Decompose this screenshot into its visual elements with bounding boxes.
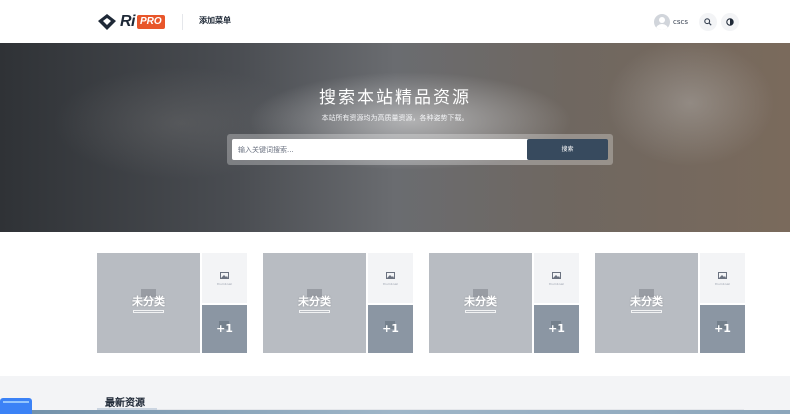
avatar — [654, 14, 670, 30]
more-count: +1 — [382, 322, 399, 335]
thumbnail-caption: thumbnail — [548, 282, 565, 286]
site-header: Ri PRO 添加菜单 cscs — [0, 0, 790, 43]
header-divider — [182, 14, 183, 30]
category-name: 未分类 — [630, 295, 663, 308]
image-icon — [386, 272, 395, 279]
category-name: 未分类 — [298, 295, 331, 308]
header-search-button[interactable] — [699, 13, 717, 31]
category-underline — [133, 310, 164, 313]
search-icon — [704, 18, 712, 26]
hero-banner: 搜索本站精品资源 本站所有资源均为高质量资源，各种姿势下载。 搜索 — [0, 43, 790, 232]
category-card[interactable]: 未分类 thumbnail +1 — [595, 253, 745, 353]
category-card[interactable]: 未分类 thumbnail +1 — [263, 253, 413, 353]
category-card[interactable]: 未分类 thumbnail +1 — [429, 253, 579, 353]
logo-badge: PRO — [137, 15, 165, 29]
latest-content-preview — [0, 410, 790, 414]
category-main-tile[interactable]: 未分类 — [595, 253, 698, 353]
category-more-tile[interactable]: +1 — [202, 305, 247, 353]
search-input[interactable] — [232, 139, 538, 160]
floating-widget[interactable] — [0, 398, 32, 414]
theme-toggle-button[interactable] — [721, 13, 739, 31]
category-name: 未分类 — [464, 295, 497, 308]
category-main-tile[interactable]: 未分类 — [429, 253, 532, 353]
theme-toggle-icon — [726, 18, 734, 26]
category-main-tile[interactable]: 未分类 — [263, 253, 366, 353]
username: cscs — [673, 18, 688, 26]
category-thumbnail[interactable]: thumbnail — [534, 253, 579, 303]
category-underline — [631, 310, 662, 313]
thumbnail-caption: thumbnail — [382, 282, 399, 286]
category-underline — [465, 310, 496, 313]
category-thumbnail[interactable]: thumbnail — [202, 253, 247, 303]
thumbnail-caption: thumbnail — [216, 282, 233, 286]
category-more-tile[interactable]: +1 — [700, 305, 745, 353]
more-count: +1 — [714, 322, 731, 335]
category-section: 未分类 thumbnail +1 未分类 thumbnail +1 未分类 th… — [0, 232, 790, 376]
category-more-tile[interactable]: +1 — [534, 305, 579, 353]
category-thumbnail[interactable]: thumbnail — [700, 253, 745, 303]
user-menu[interactable]: cscs — [654, 12, 688, 32]
logo-text: Ri — [120, 13, 136, 30]
category-thumbnail[interactable]: thumbnail — [368, 253, 413, 303]
image-icon — [220, 272, 229, 279]
hero-subtitle: 本站所有资源均为高质量资源，各种姿势下载。 — [321, 114, 469, 122]
image-icon — [552, 272, 561, 279]
site-logo[interactable]: Ri PRO — [98, 12, 165, 32]
more-count: +1 — [216, 322, 233, 335]
hero-title: 搜索本站精品资源 — [319, 88, 471, 108]
nav-item-add-menu[interactable]: 添加菜单 — [199, 15, 231, 27]
search-button[interactable]: 搜索 — [527, 139, 608, 160]
category-name: 未分类 — [132, 295, 165, 308]
more-count: +1 — [548, 322, 565, 335]
category-underline — [299, 310, 330, 313]
category-card[interactable]: 未分类 thumbnail +1 — [97, 253, 247, 353]
category-more-tile[interactable]: +1 — [368, 305, 413, 353]
image-icon — [718, 272, 727, 279]
thumbnail-caption: thumbnail — [714, 282, 731, 286]
category-main-tile[interactable]: 未分类 — [97, 253, 200, 353]
logo-gem-icon — [98, 14, 116, 30]
hero-search-form: 搜索 — [227, 134, 613, 165]
